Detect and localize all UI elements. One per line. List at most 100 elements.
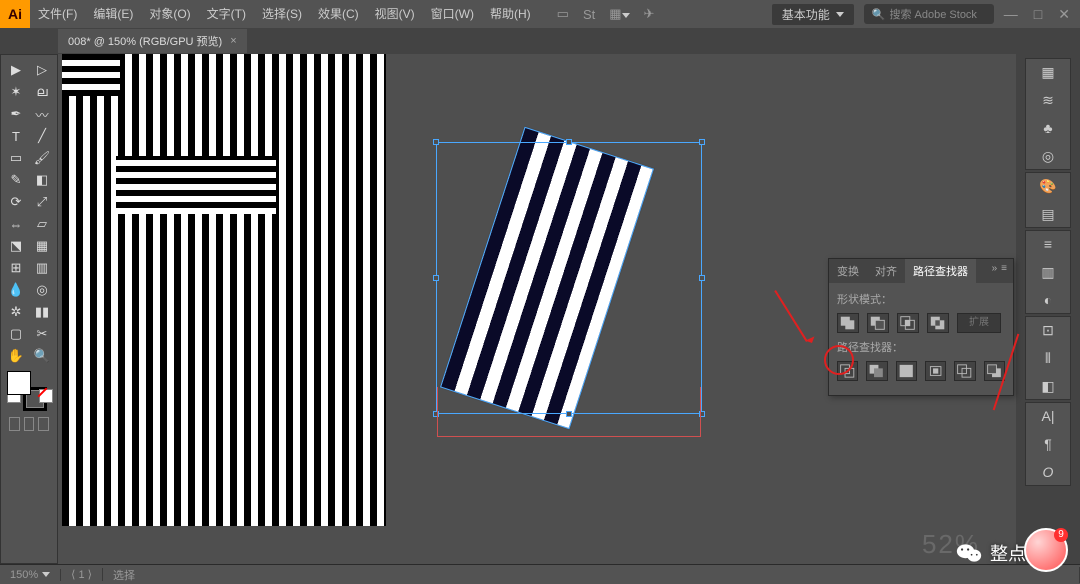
user-avatar[interactable] <box>1024 528 1068 572</box>
resize-handle-tc[interactable] <box>566 139 572 145</box>
tab-transform[interactable]: 变换 <box>829 259 867 283</box>
color-panel-icon[interactable]: 🎨 <box>1038 177 1058 195</box>
character-panel-icon[interactable]: A| <box>1038 407 1058 425</box>
rectangle-tool[interactable]: ▭ <box>3 147 29 169</box>
window-close[interactable]: ✕ <box>1058 6 1070 23</box>
resize-handle-tr[interactable] <box>699 139 705 145</box>
search-icon: 🔍 <box>872 8 886 21</box>
scale-tool[interactable]: ⤢ <box>29 191 55 213</box>
line-tool[interactable]: ╱ <box>29 125 55 147</box>
panel-collapse-icon[interactable]: » <box>992 263 998 279</box>
eyedropper-tool[interactable]: 💧 <box>3 279 29 301</box>
menu-object[interactable]: 对象(O) <box>141 0 198 28</box>
paintbrush-tool[interactable]: 🖌 <box>29 147 55 169</box>
glyphs-panel-icon[interactable]: O <box>1038 463 1058 481</box>
column-graph-tool[interactable]: ▮▮ <box>29 301 55 323</box>
window-minimize[interactable]: — <box>1004 6 1018 23</box>
pathfinder-outline[interactable] <box>954 361 975 381</box>
libraries-panel-icon[interactable]: ♣ <box>1038 119 1058 137</box>
artboard-tool[interactable]: ▢ <box>3 323 29 345</box>
arrange-icon[interactable]: ▦ <box>609 6 629 22</box>
shape-unite[interactable] <box>837 313 859 333</box>
status-tool: 选择 <box>103 567 1080 583</box>
draw-normal[interactable] <box>9 417 20 431</box>
menu-edit[interactable]: 编辑(E) <box>85 0 141 28</box>
appearance-panel-icon[interactable]: ⊡ <box>1038 321 1058 339</box>
free-transform-tool[interactable]: ▱ <box>29 213 55 235</box>
artwork-vertical-stripes <box>62 54 386 526</box>
align-panel-icon[interactable]: ⫴ <box>1038 349 1058 367</box>
paragraph-panel-icon[interactable]: ¶ <box>1038 435 1058 453</box>
document-tab[interactable]: 008* @ 150% (RGB/GPU 预览) × <box>58 29 247 53</box>
slice-tool[interactable]: ✂ <box>29 323 55 345</box>
mesh-tool[interactable]: ⊞ <box>3 257 29 279</box>
menu-file[interactable]: 文件(F) <box>30 0 85 28</box>
direct-selection-tool[interactable]: ▷ <box>29 59 55 81</box>
color-mode-none[interactable] <box>39 389 53 403</box>
menu-help[interactable]: 帮助(H) <box>482 0 539 28</box>
stock-icon[interactable]: St <box>583 7 595 22</box>
status-bar: 150% ⟨ 1 ⟩ 选择 <box>0 564 1080 584</box>
zoom-tool[interactable]: 🔍 <box>29 345 55 367</box>
transparency-panel-icon[interactable]: ◐ <box>1038 291 1058 309</box>
width-tool[interactable]: ⇔ <box>3 213 29 235</box>
tab-close-icon[interactable]: × <box>230 35 236 47</box>
magic-wand-tool[interactable]: ✶ <box>3 81 29 103</box>
gradient-panel-icon[interactable]: ▥ <box>1038 263 1058 281</box>
menu-view[interactable]: 视图(V) <box>367 0 423 28</box>
artboard[interactable] <box>62 54 386 526</box>
tab-pathfinder[interactable]: 路径查找器 <box>905 259 976 283</box>
artwork-horizontal-stripes-top <box>62 54 120 96</box>
menu-window[interactable]: 窗口(W) <box>423 0 482 28</box>
right-panel-dock: ▦ ≋ ♣ ◎ 🎨 ▤ ≡ ▥ ◐ ⊡ ⫴ ◧ A| ¶ O <box>1016 54 1080 564</box>
selection-bounding-box[interactable] <box>436 142 702 414</box>
pen-tool[interactable]: ✒ <box>3 103 29 125</box>
resize-handle-rc[interactable] <box>699 275 705 281</box>
swatches-panel-icon[interactable]: ▤ <box>1038 205 1058 223</box>
curvature-tool[interactable]: 〰 <box>29 103 55 125</box>
shape-expand-button[interactable]: 扩展 <box>957 313 1001 333</box>
tab-align[interactable]: 对齐 <box>867 259 905 283</box>
selection-tool[interactable]: ▶ <box>3 59 29 81</box>
blend-tool[interactable]: ◎ <box>29 279 55 301</box>
pathfinder-panel-icon[interactable]: ◧ <box>1038 377 1058 395</box>
properties-panel-icon[interactable]: ▦ <box>1038 63 1058 81</box>
resize-handle-tl[interactable] <box>433 139 439 145</box>
pathfinder-trim[interactable] <box>866 361 887 381</box>
type-tool[interactable]: T <box>3 125 29 147</box>
gpu-icon[interactable]: ✈ <box>644 6 655 22</box>
cc-libraries-icon[interactable]: ◎ <box>1038 147 1058 165</box>
pathfinder-panel[interactable]: 变换 对齐 路径查找器 »≡ 形状模式： 扩展 路径查找器： <box>828 258 1014 396</box>
workspace-switcher[interactable]: 基本功能 <box>772 4 854 25</box>
zoom-level[interactable]: 150% <box>0 569 61 581</box>
resize-handle-lc[interactable] <box>433 275 439 281</box>
pathfinder-crop[interactable] <box>925 361 946 381</box>
pathfinder-merge[interactable] <box>896 361 917 381</box>
stock-search-input[interactable]: 🔍 搜索 Adobe Stock <box>864 4 994 24</box>
menu-type[interactable]: 文字(T) <box>199 0 254 28</box>
panel-menu-icon[interactable]: ≡ <box>1001 263 1007 279</box>
stroke-panel-icon[interactable]: ≡ <box>1038 235 1058 253</box>
perspective-tool[interactable]: ▦ <box>29 235 55 257</box>
gradient-tool[interactable]: ▥ <box>29 257 55 279</box>
eraser-tool[interactable]: ◧ <box>29 169 55 191</box>
artwork-horizontal-stripes-mid <box>116 156 276 214</box>
shape-exclude[interactable] <box>927 313 949 333</box>
shape-intersect[interactable] <box>897 313 919 333</box>
window-maximize[interactable]: □ <box>1034 6 1042 23</box>
symbol-sprayer-tool[interactable]: ✲ <box>3 301 29 323</box>
menu-select[interactable]: 选择(S) <box>254 0 310 28</box>
rotate-tool[interactable]: ⟳ <box>3 191 29 213</box>
menu-effect[interactable]: 效果(C) <box>310 0 367 28</box>
shape-builder-tool[interactable]: ⬔ <box>3 235 29 257</box>
draw-behind[interactable] <box>24 417 35 431</box>
layers-panel-icon[interactable]: ≋ <box>1038 91 1058 109</box>
lasso-tool[interactable]: ല <box>29 81 55 103</box>
hand-tool[interactable]: ✋ <box>3 345 29 367</box>
shape-minus-front[interactable] <box>867 313 889 333</box>
draw-inside[interactable] <box>38 417 49 431</box>
bridge-icon[interactable]: ▭ <box>557 6 569 22</box>
artboard-nav[interactable]: ⟨ 1 ⟩ <box>61 568 103 581</box>
shaper-tool[interactable]: ✎ <box>3 169 29 191</box>
fill-swatch[interactable] <box>7 371 31 395</box>
